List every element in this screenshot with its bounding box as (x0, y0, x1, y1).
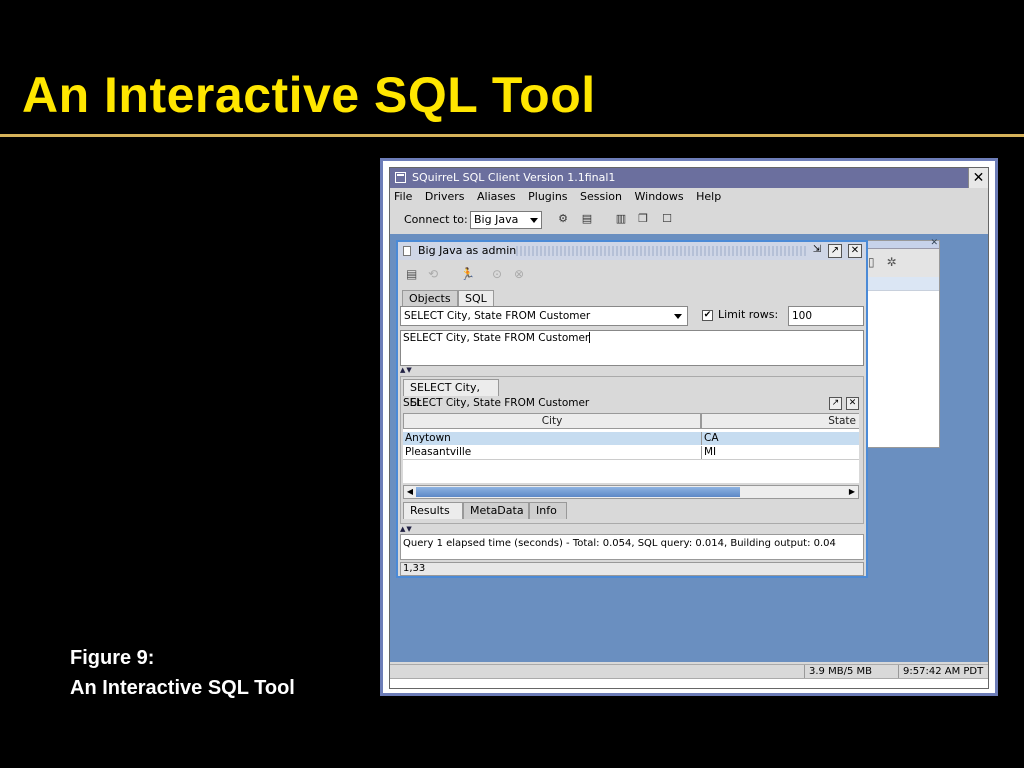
text-caret (589, 332, 591, 343)
scrollbar-thumb[interactable] (416, 487, 740, 497)
table-row-selected[interactable] (403, 432, 859, 445)
results-panel: SELECT City, St SELECT City, State FROM … (400, 376, 864, 524)
clock: 9:57:42 AM PDT (898, 665, 988, 678)
table-cell-state[interactable]: MI (701, 446, 716, 459)
maximize-icon[interactable]: ↗ (829, 397, 842, 410)
sql-history-dropdown[interactable]: SELECT City, State FROM Customer (400, 306, 688, 326)
results-table: City State Anytown CA Pleasantville MI (403, 413, 859, 483)
table-cell-state[interactable]: CA (701, 432, 719, 445)
menu-aliases[interactable]: Aliases (477, 190, 516, 203)
background-window-titlebar[interactable]: ✕ (865, 238, 939, 249)
splitter-handle[interactable]: ▲▼ (400, 366, 413, 374)
cascade-windows-icon[interactable]: ❐ (636, 212, 650, 226)
app-bottom-strip (390, 678, 988, 688)
row-divider (403, 459, 859, 460)
window-menu-icon[interactable] (395, 172, 406, 183)
connect-icon[interactable]: ⚙ (556, 212, 570, 226)
screenshot-frame: SQuirreL SQL Client Version 1.1final1 ✕ … (380, 158, 998, 696)
list-item[interactable] (865, 277, 939, 291)
tab-objects[interactable]: Objects (402, 290, 458, 307)
menu-session[interactable]: Session (580, 190, 622, 203)
stop-icon[interactable]: ⊗ (514, 267, 524, 281)
menu-help[interactable]: Help (696, 190, 721, 203)
caption-figure-number: Figure 9: (70, 647, 155, 669)
session-toolbar: ▤ ⟲ 🏃 ⊙ ⊗ (398, 262, 866, 286)
close-icon[interactable]: ✕ (846, 397, 859, 410)
restore-icon[interactable]: ⇲ (810, 244, 824, 258)
chevron-down-icon (530, 218, 538, 223)
menu-windows[interactable]: Windows (635, 190, 684, 203)
background-window[interactable]: ✕ ▯ ✲ (864, 238, 940, 448)
table-cell-city[interactable]: Pleasantville (403, 446, 471, 459)
tab-metadata[interactable]: MetaData (463, 502, 529, 519)
window-titlebar[interactable]: SQuirreL SQL Client Version 1.1final1 ✕ (390, 168, 988, 188)
query-status-message: Query 1 elapsed time (seconds) - Total: … (400, 534, 864, 560)
refresh-icon[interactable]: ⟲ (428, 267, 438, 281)
connect-to-label: Connect to: (404, 213, 468, 226)
memory-usage: 3.9 MB/5 MB (804, 665, 876, 678)
caption-text: An Interactive SQL Tool (70, 677, 295, 699)
session-title: Big Java as admin (418, 244, 517, 257)
sql-editor-text: SELECT City, State FROM Customer (403, 332, 590, 344)
app-window: SQuirreL SQL Client Version 1.1final1 ✕ … (389, 167, 989, 689)
sql-history-value: SELECT City, State FROM Customer (404, 310, 591, 322)
maximize-icon[interactable]: ↗ (828, 244, 842, 258)
menu-plugins[interactable]: Plugins (528, 190, 567, 203)
desktop-area: ✕ ▯ ✲ Big Java as admin ⇲ ↗ ✕ ▤ ⟲ 🏃 ⊙ ⊗ … (390, 234, 988, 662)
run-sql-icon[interactable]: 🏃 (460, 267, 475, 281)
window-title: SQuirreL SQL Client Version 1.1final1 (412, 171, 616, 184)
app-status-bar: 3.9 MB/5 MB 9:57:42 AM PDT (390, 664, 988, 678)
table-cell-city[interactable]: Anytown (403, 432, 451, 445)
slide-title: An Interactive SQL Tool (22, 67, 596, 123)
column-header-state[interactable]: State (701, 413, 859, 429)
alias-icon[interactable]: ▤ (580, 212, 594, 226)
menu-drivers[interactable]: Drivers (425, 190, 465, 203)
sql-panel: SELECT City, State FROM Customer ✔ Limit… (400, 306, 864, 366)
limit-rows-checkbox[interactable]: ✔ (702, 310, 713, 321)
tab-results-query[interactable]: SELECT City, St (403, 379, 499, 409)
menu-bar: File Drivers Aliases Plugins Session Win… (390, 188, 988, 206)
figure-caption: Figure 9: An Interactive SQL Tool (70, 643, 295, 703)
title-divider (0, 134, 1024, 137)
results-query-text: SELECT City, State FROM Customer (403, 397, 590, 409)
caret-position: 1,33 (400, 562, 864, 576)
scroll-right-icon[interactable]: ▶ (846, 486, 858, 498)
tab-info[interactable]: Info (529, 502, 567, 519)
column-header-city[interactable]: City (403, 413, 701, 429)
delete-icon[interactable]: ✲ (886, 255, 896, 269)
close-icon[interactable]: ✕ (930, 238, 938, 248)
document-icon[interactable]: ▯ (868, 255, 875, 269)
connect-to-value: Big Java (474, 213, 519, 226)
limit-rows-input[interactable]: 100 (788, 306, 864, 326)
close-icon[interactable]: ✕ (848, 244, 862, 258)
horizontal-scrollbar[interactable]: ◀ ▶ (403, 485, 859, 499)
sql-history-icon[interactable]: ▤ (406, 267, 417, 281)
tab-results[interactable]: Results (403, 502, 463, 519)
background-window-toolbar: ▯ ✲ (865, 249, 939, 277)
play-icon[interactable]: ⊙ (492, 267, 502, 281)
main-toolbar: Connect to: Big Java ⚙ ▤ ▥ ❐ ☐ (390, 208, 988, 232)
document-icon (403, 246, 411, 256)
session-titlebar[interactable]: Big Java as admin ⇲ ↗ ✕ (398, 242, 866, 260)
window-close-button[interactable]: ✕ (968, 168, 988, 188)
titlebar-grip (516, 246, 808, 256)
maximize-windows-icon[interactable]: ☐ (660, 212, 674, 226)
menu-file[interactable]: File (394, 190, 412, 203)
session-window: Big Java as admin ⇲ ↗ ✕ ▤ ⟲ 🏃 ⊙ ⊗ Object… (396, 240, 868, 578)
sql-editor[interactable]: SELECT City, State FROM Customer (400, 330, 864, 366)
connect-to-dropdown[interactable]: Big Java (470, 211, 542, 229)
scroll-left-icon[interactable]: ◀ (404, 486, 416, 498)
results-controls: ↗ ✕ (825, 395, 859, 410)
tab-sql[interactable]: SQL (458, 290, 494, 307)
limit-rows-label: Limit rows: (718, 308, 779, 321)
tile-windows-icon[interactable]: ▥ (614, 212, 628, 226)
chevron-down-icon (674, 314, 682, 319)
splitter-handle[interactable]: ▲▼ (400, 525, 413, 533)
